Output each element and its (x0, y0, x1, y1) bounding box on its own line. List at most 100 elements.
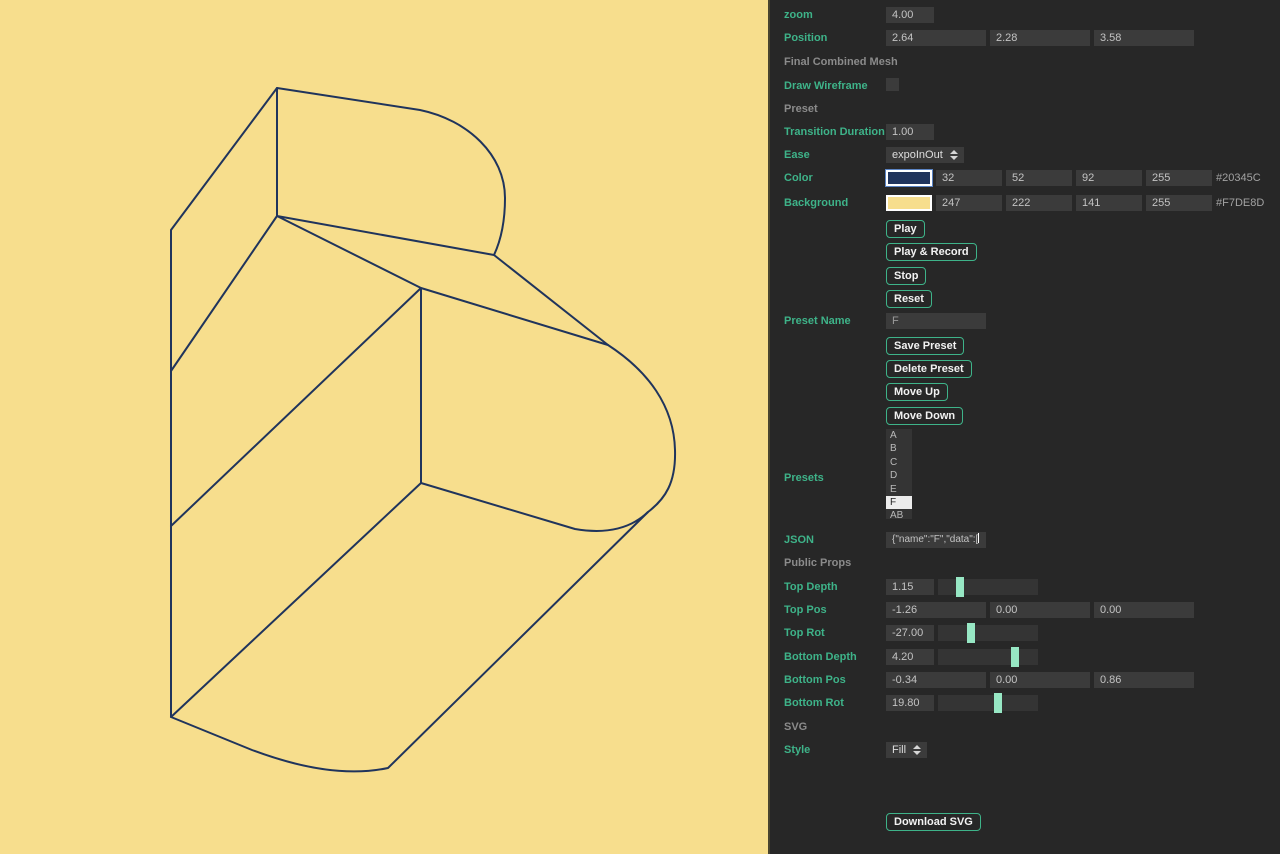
preset-item[interactable]: AB (886, 509, 912, 519)
play-record-button[interactable]: Play & Record (886, 243, 977, 261)
bottom-depth-input[interactable]: 4.20 (886, 649, 934, 665)
top-pos-label: Top Pos (784, 604, 827, 616)
preset-item[interactable]: D (886, 469, 912, 482)
bottom-depth-slider[interactable] (938, 649, 1038, 665)
top-depth-slider-thumb[interactable] (956, 577, 964, 597)
bottom-rot-label: Bottom Rot (784, 697, 844, 709)
public-props-header: Public Props (784, 557, 851, 569)
section-public-props: Public Props (770, 555, 1280, 573)
bottom-pos-z-input[interactable]: 0.86 (1094, 672, 1194, 688)
ease-select[interactable]: expoInOut (886, 147, 964, 163)
zoom-input[interactable]: 4.00 (886, 7, 934, 23)
bottom-rot-slider-thumb[interactable] (994, 693, 1002, 713)
color-swatch[interactable] (886, 170, 932, 186)
color-b-input[interactable]: 92 (1076, 170, 1142, 186)
color-g-input[interactable]: 52 (1006, 170, 1072, 186)
position-z-input[interactable]: 3.58 (1094, 30, 1194, 46)
top-rot-label: Top Rot (784, 627, 825, 639)
color-a-input[interactable]: 255 (1146, 170, 1212, 186)
top-depth-input[interactable]: 1.15 (886, 579, 934, 595)
bottom-rot-slider[interactable] (938, 695, 1038, 711)
top-rot-slider-thumb[interactable] (967, 623, 975, 643)
ease-select-value: expoInOut (892, 147, 943, 163)
row-stop: Stop (770, 267, 1280, 285)
row-bottom-rot: Bottom Rot 19.80 (770, 695, 1280, 713)
row-top-pos: Top Pos -1.26 0.00 0.00 (770, 602, 1280, 620)
presets-label: Presets (784, 472, 824, 484)
json-input[interactable]: {"name":"F","data":[ (886, 532, 986, 548)
draw-wireframe-checkbox[interactable] (886, 78, 899, 91)
row-position: Position 2.64 2.28 3.58 (770, 30, 1280, 48)
section-svg: SVG (770, 719, 1280, 737)
select-arrows-icon (913, 745, 921, 755)
presets-list[interactable]: ABCDEFAB (886, 429, 912, 519)
top-depth-slider[interactable] (938, 579, 1038, 595)
preset-item[interactable]: B (886, 442, 912, 455)
row-save-preset: Save Preset (770, 337, 1280, 355)
bottom-pos-x-input[interactable]: -0.34 (886, 672, 986, 688)
save-preset-button[interactable]: Save Preset (886, 337, 964, 355)
download-svg-button[interactable]: Download SVG (886, 813, 981, 831)
reset-button[interactable]: Reset (886, 290, 932, 308)
shape-outline (171, 88, 675, 771)
zoom-label: zoom (784, 9, 813, 21)
letter-b-wireframe (0, 0, 768, 854)
bottom-rot-input[interactable]: 19.80 (886, 695, 934, 711)
final-combined-mesh-header: Final Combined Mesh (784, 56, 898, 68)
viewport-canvas[interactable] (0, 0, 768, 854)
preset-item[interactable]: C (886, 456, 912, 469)
bottom-pos-label: Bottom Pos (784, 674, 846, 686)
row-delete-preset: Delete Preset (770, 360, 1280, 378)
top-pos-z-input[interactable]: 0.00 (1094, 602, 1194, 618)
top-rot-input[interactable]: -27.00 (886, 625, 934, 641)
background-b-input[interactable]: 141 (1076, 195, 1142, 211)
background-r-input[interactable]: 247 (936, 195, 1002, 211)
row-color: Color 32 52 92 255 #20345C (770, 170, 1280, 188)
transition-duration-label: Transition Duration (784, 126, 885, 138)
background-swatch[interactable] (886, 195, 932, 211)
stop-button[interactable]: Stop (886, 267, 926, 285)
background-g-input[interactable]: 222 (1006, 195, 1072, 211)
delete-preset-button[interactable]: Delete Preset (886, 360, 972, 378)
select-arrows-icon (950, 150, 958, 160)
position-y-input[interactable]: 2.28 (990, 30, 1090, 46)
background-label: Background (784, 197, 848, 209)
position-label: Position (784, 32, 827, 44)
row-ease: Ease expoInOut (770, 147, 1280, 165)
preset-name-input[interactable]: F (886, 313, 986, 329)
row-style: Style Fill (770, 742, 1280, 760)
background-a-input[interactable]: 255 (1146, 195, 1212, 211)
color-hex-value: #20345C (1216, 170, 1261, 186)
ease-label: Ease (784, 149, 810, 161)
transition-duration-input[interactable]: 1.00 (886, 124, 934, 140)
color-r-input[interactable]: 32 (936, 170, 1002, 186)
bottom-pos-y-input[interactable]: 0.00 (990, 672, 1090, 688)
row-background: Background 247 222 141 255 #F7DE8D (770, 195, 1280, 213)
play-button[interactable]: Play (886, 220, 925, 238)
json-input-value: {"name":"F","data":[ (892, 534, 978, 545)
bottom-depth-slider-thumb[interactable] (1011, 647, 1019, 667)
style-select[interactable]: Fill (886, 742, 927, 758)
preset-item[interactable]: E (886, 483, 912, 496)
style-label: Style (784, 744, 810, 756)
section-final-combined-mesh: Final Combined Mesh (770, 54, 1280, 72)
top-pos-x-input[interactable]: -1.26 (886, 602, 986, 618)
row-preset-name: Preset Name F (770, 313, 1280, 331)
control-panel: zoom 4.00 Position 2.64 2.28 3.58 Final … (768, 0, 1280, 854)
row-move-down: Move Down (770, 407, 1280, 425)
top-depth-label: Top Depth (784, 581, 838, 593)
bottom-depth-label: Bottom Depth (784, 651, 857, 663)
move-down-button[interactable]: Move Down (886, 407, 963, 425)
top-pos-y-input[interactable]: 0.00 (990, 602, 1090, 618)
row-play-record: Play & Record (770, 243, 1280, 261)
preset-item[interactable]: A (886, 429, 912, 442)
row-play: Play (770, 220, 1280, 238)
move-up-button[interactable]: Move Up (886, 383, 948, 401)
preset-item[interactable]: F (886, 496, 912, 509)
color-label: Color (784, 172, 813, 184)
top-rot-slider[interactable] (938, 625, 1038, 641)
preset-name-label: Preset Name (784, 315, 851, 327)
row-download-svg: Download SVG (770, 813, 1280, 831)
position-x-input[interactable]: 2.64 (886, 30, 986, 46)
json-label: JSON (784, 534, 814, 546)
